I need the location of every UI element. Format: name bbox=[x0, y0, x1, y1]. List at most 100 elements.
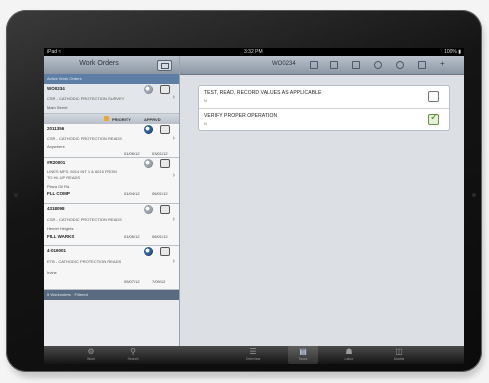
warning-icon bbox=[104, 116, 109, 121]
chevron-right-icon: › bbox=[172, 172, 175, 179]
map-icon[interactable] bbox=[160, 85, 170, 94]
work-order-location: Hemet Heights bbox=[47, 226, 74, 231]
work-order-status: FILL WARKS bbox=[47, 234, 75, 239]
priority-strip: PRIORITY APPRVD bbox=[44, 114, 179, 124]
tab-work[interactable]: ⚙ Work bbox=[76, 346, 106, 364]
work-order-location: Irvine bbox=[47, 270, 57, 275]
work-order-description: CSR - CATHODIC PROTECTION SURVEY bbox=[47, 96, 125, 101]
detail-navbar: WO0234 + bbox=[180, 56, 464, 75]
due-date: 06/01/12 bbox=[152, 234, 168, 239]
sync-icon[interactable] bbox=[144, 85, 153, 94]
task-sub: N bbox=[204, 121, 207, 126]
person-icon: ☗ bbox=[345, 347, 353, 356]
tab-assets[interactable]: ◫ Assets bbox=[384, 346, 414, 364]
ipad-device: iPad ≈ 3:32 PM 100% ▮ Work Orders Active… bbox=[6, 10, 482, 372]
calendar-icon[interactable] bbox=[330, 61, 338, 69]
map-icon[interactable] bbox=[160, 205, 170, 214]
save-icon[interactable] bbox=[310, 61, 318, 69]
carrier-label: iPad ≈ bbox=[47, 49, 62, 55]
due-date: 03/01/12 bbox=[152, 151, 168, 156]
chevron-right-icon: › bbox=[172, 258, 175, 265]
work-order-number: #R20001 bbox=[47, 160, 66, 165]
work-order-row[interactable]: 4318098 CSR - CATHODIC PROTECTION READS … bbox=[44, 204, 179, 246]
info-icon[interactable] bbox=[374, 61, 382, 69]
list-title: Work Orders bbox=[79, 60, 119, 67]
clipboard-icon: ▤ bbox=[299, 347, 307, 356]
tab-bar: ⚙ Work ⚲ Search ☰ Overview ▤ Tasks ☗ Lab… bbox=[44, 346, 464, 364]
work-order-title: WO0234 bbox=[272, 61, 296, 67]
task-row[interactable]: TEST, READ, RECORD VALUES AS APPLICABLE … bbox=[199, 86, 449, 108]
box-icon: ◫ bbox=[395, 347, 403, 356]
start-date: 01/05/12 bbox=[124, 234, 140, 239]
status-bar: iPad ≈ 3:32 PM 100% ▮ bbox=[44, 48, 464, 56]
work-order-location: Plaza Oil Rd. bbox=[47, 184, 71, 189]
work-order-status: FLL COMP bbox=[47, 191, 70, 196]
list-section-header: Active Work Orders bbox=[44, 74, 179, 84]
work-order-description: ETB - CATHODIC PROTECTION READS bbox=[47, 259, 122, 264]
attach-icon[interactable] bbox=[418, 61, 426, 69]
sync-icon[interactable] bbox=[144, 125, 153, 134]
task-label: TEST, READ, RECORD VALUES AS APPLICABLE bbox=[204, 90, 322, 96]
status-badge: APPRVD bbox=[144, 117, 161, 122]
work-order-description-cont: TO HL UP READS bbox=[47, 175, 81, 180]
work-order-location: Anywhere bbox=[47, 144, 65, 149]
compose-icon[interactable] bbox=[157, 60, 172, 71]
chevron-right-icon: › bbox=[172, 94, 175, 101]
list-footer: 5 Workorders · Filtered bbox=[44, 290, 179, 300]
tab-search[interactable]: ⚲ Search bbox=[118, 346, 148, 364]
battery-indicator: 100% ▮ bbox=[444, 49, 461, 55]
work-order-location: Main Street bbox=[47, 105, 68, 110]
checkmark-icon: ✓ bbox=[430, 112, 439, 123]
camera-icon[interactable] bbox=[352, 61, 360, 69]
task-list: TEST, READ, RECORD VALUES AS APPLICABLE … bbox=[198, 85, 450, 131]
work-order-description: CSR - CATHODIC PROTECTION READS bbox=[47, 217, 122, 222]
photo-background: iPad ≈ 3:32 PM 100% ▮ Work Orders Active… bbox=[0, 0, 489, 383]
list-navbar: Work Orders bbox=[44, 56, 179, 75]
work-order-description: CSR - CATHODIC PROTECTION READS bbox=[47, 136, 122, 141]
work-order-row[interactable]: #R20001 LINES MFS. 6014 INT 1 & 6015 FRO… bbox=[44, 158, 179, 204]
sync-icon[interactable] bbox=[144, 159, 153, 168]
due-date: 7/09/12 bbox=[152, 279, 166, 284]
sync-icon[interactable] bbox=[144, 247, 153, 256]
task-row[interactable]: VERIFY PROPER OPERATION N ✓ bbox=[199, 108, 449, 130]
clock: 3:32 PM bbox=[244, 49, 263, 55]
side-sensor bbox=[14, 193, 18, 197]
map-icon[interactable] bbox=[160, 125, 170, 134]
start-date: 09/07/12 bbox=[124, 279, 140, 284]
home-button-icon[interactable] bbox=[472, 193, 476, 197]
refresh-icon[interactable] bbox=[396, 61, 404, 69]
work-order-row[interactable]: 4-016001 ETB - CATHODIC PROTECTION READS… bbox=[44, 246, 179, 290]
task-sub: N bbox=[204, 98, 207, 103]
app-screen: iPad ≈ 3:32 PM 100% ▮ Work Orders Active… bbox=[44, 48, 464, 364]
list-empty-area bbox=[44, 300, 179, 346]
camera-icon bbox=[242, 14, 246, 18]
work-order-number: WO0234 bbox=[47, 86, 65, 91]
chevron-right-icon: › bbox=[172, 135, 175, 142]
work-order-number: 4318098 bbox=[47, 206, 65, 211]
task-detail-pane: WO0234 + TEST, READ, RECORD VALUES AS AP… bbox=[180, 56, 464, 346]
tab-tasks[interactable]: ▤ Tasks bbox=[288, 346, 318, 364]
sync-icon[interactable] bbox=[144, 205, 153, 214]
work-order-row[interactable]: 2011356 CSR - CATHODIC PROTECTION READS … bbox=[44, 124, 179, 158]
task-label: VERIFY PROPER OPERATION bbox=[204, 113, 278, 119]
priority-badge: PRIORITY bbox=[112, 117, 131, 122]
work-order-row[interactable]: WO0234 CSR - CATHODIC PROTECTION SURVEY … bbox=[44, 84, 179, 114]
search-icon: ⚲ bbox=[130, 347, 136, 356]
map-icon[interactable] bbox=[160, 247, 170, 256]
map-icon[interactable] bbox=[160, 159, 170, 168]
task-checkbox[interactable]: ✓ bbox=[428, 112, 439, 125]
task-checkbox[interactable] bbox=[428, 91, 439, 102]
list-icon: ☰ bbox=[249, 347, 257, 356]
work-order-description: LINES MFS. 6014 INT 1 & 6015 FROM bbox=[47, 169, 117, 174]
work-order-number: 2011356 bbox=[47, 126, 65, 131]
add-icon[interactable]: + bbox=[440, 59, 445, 68]
chevron-right-icon: › bbox=[172, 216, 175, 223]
tab-overview[interactable]: ☰ Overview bbox=[238, 346, 268, 364]
start-date: 01/04/12 bbox=[124, 191, 140, 196]
tab-labor[interactable]: ☗ Labor bbox=[334, 346, 364, 364]
gear-icon: ⚙ bbox=[87, 347, 95, 356]
start-date: 01/06/12 bbox=[124, 151, 140, 156]
work-order-number: 4-016001 bbox=[47, 248, 67, 253]
due-date: 06/01/12 bbox=[152, 191, 168, 196]
work-order-list-pane: Work Orders Active Work Orders WO0234 CS… bbox=[44, 56, 180, 346]
